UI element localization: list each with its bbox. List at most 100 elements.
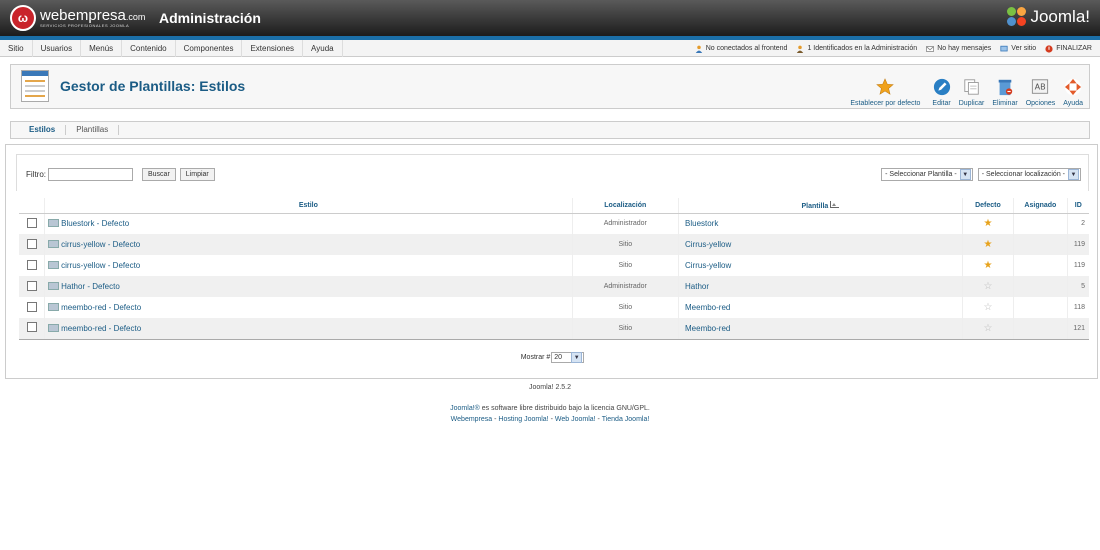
assigned-cell [1013, 213, 1068, 234]
footer-link-hosting[interactable]: Hosting Joomla! [498, 416, 548, 423]
style-link[interactable]: cirrus-yellow - Defecto [61, 240, 140, 249]
row-checkbox[interactable] [26, 301, 37, 312]
options-icon: AB [1031, 78, 1049, 96]
webempresa-logo[interactable]: ω webempresa.com SERVICIOS PROFESIONALES… [10, 5, 145, 31]
list-limit-select[interactable]: 20 ▼ [551, 352, 585, 363]
menu-item-usuarios[interactable]: Usuarios [33, 40, 82, 57]
header-default[interactable]: Defecto [961, 198, 1014, 214]
trash-icon [996, 78, 1014, 96]
admin-users-status: 1 Identificados en la Administración [796, 45, 917, 53]
header-assigned[interactable]: Asignado [1013, 198, 1068, 214]
tab-plantillas[interactable]: Plantillas [66, 125, 120, 135]
delete-button[interactable]: Eliminar [988, 71, 1021, 107]
set-default-button[interactable]: Establecer por defecto [846, 71, 924, 107]
menu-item-ayuda[interactable]: Ayuda [303, 40, 343, 57]
star-filled-icon[interactable]: ★ [983, 260, 992, 271]
filter-input[interactable] [48, 168, 133, 181]
location-cell: Sitio [571, 318, 679, 340]
template-cell[interactable]: Cirrus-yellow [678, 234, 963, 255]
style-cell: cirrus-yellow - Defecto [44, 234, 573, 255]
menu-item-extensiones[interactable]: Extensiones [242, 40, 304, 57]
menu-item-contenido[interactable]: Contenido [122, 40, 176, 57]
brand-tagline: SERVICIOS PROFESIONALES JOOMLA [40, 23, 130, 28]
template-cell[interactable]: Meembo-red [678, 318, 963, 340]
tab-estilos[interactable]: Estilos [19, 125, 67, 135]
star-outline-icon[interactable]: ☆ [983, 281, 992, 292]
location-cell: Administrador [571, 276, 679, 297]
style-link[interactable]: Bluestork - Defecto [61, 219, 129, 228]
menu-item-menus[interactable]: Menús [81, 40, 123, 57]
joomla-logo-icon [1007, 7, 1027, 27]
header-location[interactable]: Localización [571, 198, 679, 214]
template-cell[interactable]: Bluestork [678, 213, 963, 234]
style-link[interactable]: meembo-red - Defecto [61, 324, 141, 333]
menu-item-componentes[interactable]: Componentes [176, 40, 243, 57]
star-outline-icon[interactable]: ☆ [983, 302, 992, 313]
location-select[interactable]: - Seleccionar localización - ▼ [977, 168, 1081, 181]
logout-link[interactable]: FINALIZAR [1045, 44, 1092, 53]
footer-link-webempresa[interactable]: Webempresa [451, 416, 493, 423]
options-button[interactable]: AB Opciones [1022, 71, 1060, 107]
row-checkbox[interactable] [26, 217, 37, 228]
footer-link-web[interactable]: Web Joomla! [555, 416, 596, 423]
default-cell: ★ [961, 234, 1014, 255]
template-cell[interactable]: Cirrus-yellow [678, 255, 963, 276]
help-button[interactable]: Ayuda [1059, 71, 1087, 107]
style-link[interactable]: Hathor - Defecto [61, 282, 120, 291]
footer-links: Webempresa - Hosting Joomla! - Web Jooml… [450, 416, 650, 423]
id-cell: 121 [1066, 318, 1089, 340]
row-checkbox[interactable] [26, 280, 37, 291]
copy-icon [963, 78, 981, 96]
star-icon [876, 78, 895, 96]
style-link[interactable]: cirrus-yellow - Defecto [61, 261, 140, 270]
row-checkbox[interactable] [26, 322, 37, 333]
header-id[interactable]: ID [1066, 198, 1089, 214]
style-cell: cirrus-yellow - Defecto [44, 255, 573, 276]
joomla-link[interactable]: Joomla!® [450, 405, 480, 412]
header-style[interactable]: Estilo [44, 198, 573, 214]
template-cell[interactable]: Hathor [678, 276, 963, 297]
star-filled-icon[interactable]: ★ [983, 239, 992, 250]
style-link[interactable]: meembo-red - Defecto [61, 303, 141, 312]
footer-license: Joomla!® es software libre distribuido b… [450, 405, 650, 412]
id-cell: 5 [1066, 276, 1089, 297]
frontend-users-status: No conectados al frontend [695, 45, 787, 53]
assigned-cell [1013, 276, 1068, 297]
style-cell: meembo-red - Defecto [44, 297, 573, 318]
menu-item-sitio[interactable]: Sitio [0, 40, 33, 57]
assigned-cell [1013, 297, 1068, 318]
search-button[interactable]: Buscar [142, 168, 176, 181]
duplicate-button[interactable]: Duplicar [955, 71, 989, 107]
default-cell: ★ [961, 213, 1014, 234]
messages-status[interactable]: No hay mensajes [926, 45, 991, 53]
users-icon [695, 45, 702, 53]
clear-button[interactable]: Limpiar [179, 168, 215, 181]
template-select[interactable]: - Seleccionar Plantilla - ▼ [881, 168, 973, 181]
template-cell[interactable]: Meembo-red [678, 297, 963, 318]
filter-row: Filtro: Buscar Limpiar [26, 168, 219, 181]
id-cell: 119 [1066, 234, 1089, 255]
star-filled-icon[interactable]: ★ [983, 218, 992, 229]
row-checkbox[interactable] [26, 259, 37, 270]
edit-button[interactable]: Editar [928, 71, 954, 107]
style-cell: Hathor - Defecto [44, 276, 573, 297]
chevron-down-icon: ▼ [1068, 169, 1079, 180]
template-thumbnail-icon [48, 282, 60, 290]
assigned-cell [1013, 234, 1068, 255]
footer-link-store[interactable]: Tienda Joomla! [602, 416, 650, 423]
table-header-row: Estilo Localización Plantilla Defecto As… [19, 198, 1089, 214]
view-site-link[interactable]: Ver sitio [1000, 45, 1036, 53]
sort-icon [830, 200, 840, 208]
main-menu: Sitio Usuarios Menús Contenido Component… [0, 40, 343, 57]
content-panel: Filtro: Buscar Limpiar - Seleccionar Pla… [5, 144, 1098, 379]
toolbar: Establecer por defecto Editar Duplicar E… [846, 71, 1087, 107]
template-thumbnail-icon [48, 219, 60, 228]
star-outline-icon[interactable]: ☆ [983, 323, 992, 334]
table-row: meembo-red - Defecto Sitio Meembo-red ☆ 121 [19, 318, 1089, 340]
location-cell: Sitio [571, 255, 679, 276]
row-checkbox[interactable] [26, 238, 37, 249]
power-icon [1045, 44, 1053, 53]
style-cell: Bluestork - Defecto [44, 213, 573, 234]
submenu-tabs: Estilos Plantillas [10, 121, 1090, 139]
header-template[interactable]: Plantilla [678, 198, 963, 214]
